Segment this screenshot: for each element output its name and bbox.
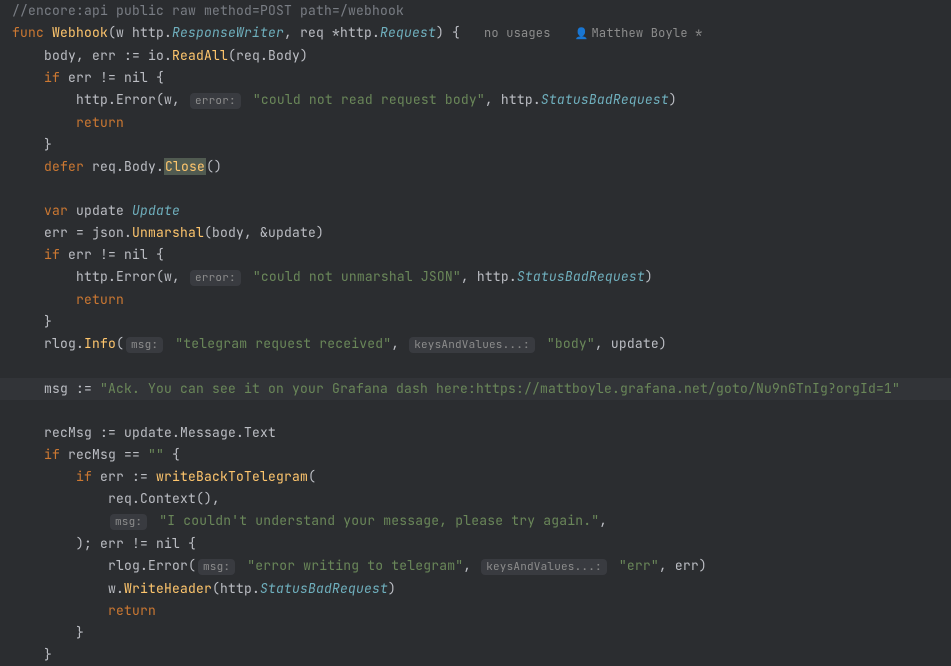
param-hint: error: <box>190 270 241 286</box>
code-line[interactable] <box>0 400 951 422</box>
code-line[interactable]: } <box>0 622 951 644</box>
code-line[interactable]: recMsg := update.Message.Text <box>0 422 951 444</box>
code-line[interactable]: var update Update <box>0 200 951 222</box>
code-line[interactable]: } <box>0 644 951 666</box>
code-line[interactable]: func Webhook(w http.ResponseWriter, req … <box>0 22 951 45</box>
code-line[interactable]: body, err := io.ReadAll(req.Body) <box>0 45 951 67</box>
code-editor[interactable]: //encore:api public raw method=POST path… <box>0 0 951 666</box>
comment: //encore:api public raw method=POST path… <box>12 2 404 19</box>
code-line[interactable]: } <box>0 134 951 156</box>
code-line[interactable]: if recMsg == "" { <box>0 444 951 466</box>
author-label: Matthew Boyle * <box>592 25 703 41</box>
code-line[interactable]: if err != nil { <box>0 244 951 266</box>
code-line[interactable]: return <box>0 600 951 622</box>
param-hint: keysAndValues...: <box>481 559 607 575</box>
code-line[interactable]: req.Context(), <box>0 488 951 510</box>
code-line[interactable] <box>0 178 951 200</box>
code-line-highlighted[interactable]: msg := "Ack. You can see it on your Graf… <box>0 378 951 400</box>
code-line[interactable]: rlog.Error(msg: "error writing to telegr… <box>0 555 951 578</box>
code-line[interactable]: msg: "I couldn't understand your message… <box>0 510 951 533</box>
author-icon: 👤 <box>575 27 589 41</box>
param-hint: error: <box>190 93 241 109</box>
param-hint: msg: <box>110 514 147 530</box>
param-hint: msg: <box>198 559 235 575</box>
param-hint: msg: <box>126 337 163 353</box>
code-line[interactable]: defer req.Body.Close() <box>0 156 951 178</box>
code-line[interactable]: return <box>0 289 951 311</box>
code-line[interactable]: return <box>0 112 951 134</box>
code-line[interactable]: http.Error(w, error: "could not unmarsha… <box>0 266 951 289</box>
code-line[interactable]: rlog.Info(msg: "telegram request receive… <box>0 333 951 356</box>
code-line[interactable]: //encore:api public raw method=POST path… <box>0 0 951 22</box>
code-line[interactable]: w.WriteHeader(http.StatusBadRequest) <box>0 578 951 600</box>
code-line[interactable]: if err != nil { <box>0 67 951 89</box>
param-hint: keysAndValues...: <box>409 337 535 353</box>
code-line[interactable]: ); err != nil { <box>0 533 951 555</box>
usages-hint: no usages <box>484 25 551 41</box>
code-line[interactable]: err = json.Unmarshal(body, &update) <box>0 222 951 244</box>
code-line[interactable]: http.Error(w, error: "could not read req… <box>0 89 951 112</box>
code-line[interactable]: if err := writeBackToTelegram( <box>0 466 951 488</box>
code-line[interactable]: } <box>0 311 951 333</box>
code-line[interactable] <box>0 356 951 378</box>
